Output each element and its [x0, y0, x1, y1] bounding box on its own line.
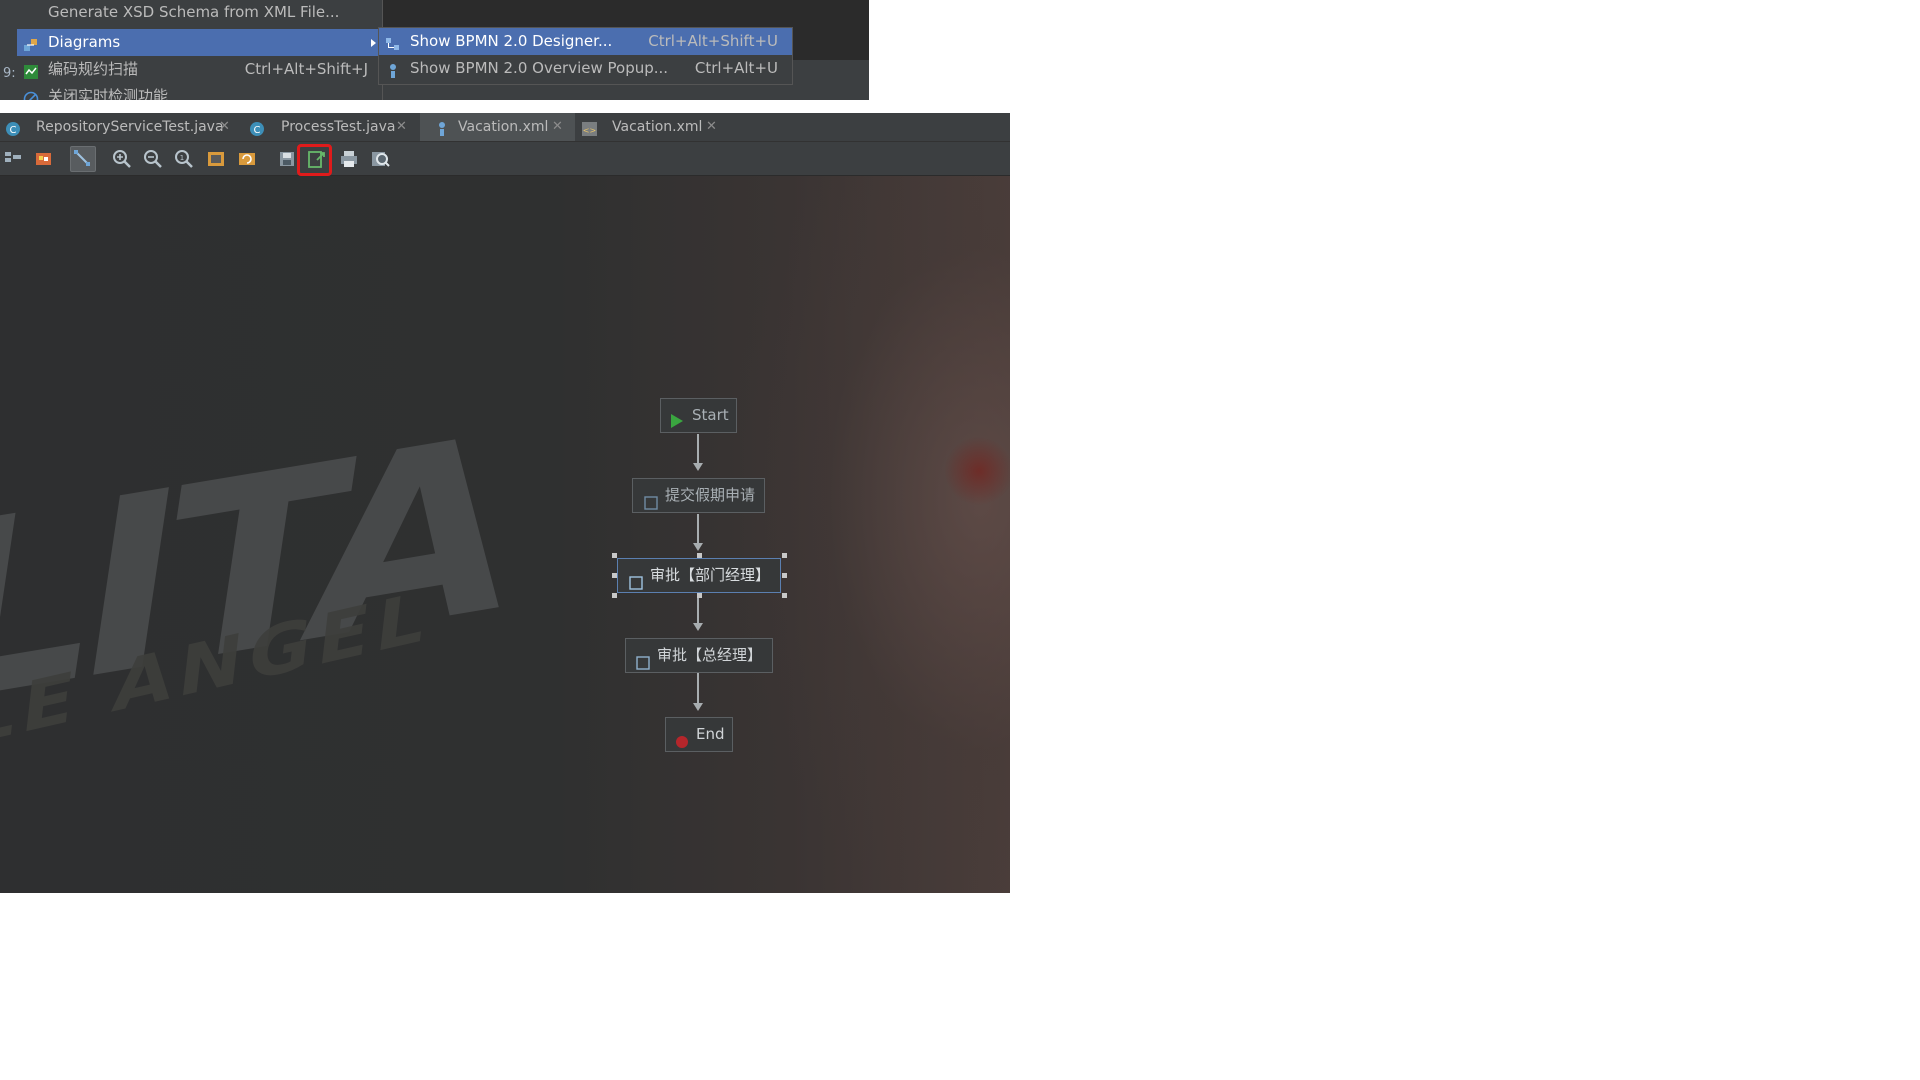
editor-tab-bar: C RepositoryServiceTest.java ✕ C Process…: [0, 113, 1010, 142]
start-event-node[interactable]: Start: [660, 398, 737, 433]
svg-text:C: C: [254, 125, 261, 136]
tab-process-test[interactable]: C ProcessTest.java ✕: [244, 113, 419, 141]
close-icon[interactable]: ✕: [706, 113, 717, 141]
arrow-head-icon: [693, 703, 703, 711]
submenu-item-bpmn-designer[interactable]: Show BPMN 2.0 Designer... Ctrl+Alt+Shift…: [379, 28, 792, 55]
sequence-flow[interactable]: [697, 514, 699, 544]
background-artwork-detail: [944, 436, 1010, 506]
submenu-arrow-icon: [371, 39, 376, 47]
sequence-flow[interactable]: [697, 594, 699, 624]
context-menu-screenshot: 9: Generate XSD Schema from XML File... …: [0, 0, 869, 100]
tab-vacation-bpmn[interactable]: Vacation.xml ✕: [420, 113, 575, 141]
selection-handle[interactable]: [782, 593, 787, 598]
select-tool-icon[interactable]: [70, 146, 96, 172]
user-task-icon: [629, 569, 643, 602]
context-menu: Generate XSD Schema from XML File... Dia…: [17, 0, 383, 100]
refresh-layout-icon[interactable]: [236, 148, 258, 170]
selection-handle[interactable]: [612, 573, 617, 578]
diagrams-icon: [23, 35, 39, 51]
menu-item-generate-xsd[interactable]: Generate XSD Schema from XML File...: [17, 0, 382, 26]
close-icon[interactable]: ✕: [396, 113, 407, 141]
task-node-general-manager-approval[interactable]: 审批【总经理】: [625, 638, 773, 673]
diagram-canvas[interactable]: LITA LE ANGEL Start 提交假期申请 审批【部门经理】 审批【总…: [0, 176, 1010, 893]
background-face-artwork: [740, 176, 1010, 893]
scan-icon: [23, 62, 39, 79]
tab-repository-service-test[interactable]: C RepositoryServiceTest.java ✕: [0, 113, 243, 141]
bpmn-file-icon: [434, 119, 450, 136]
menu-item-diagrams[interactable]: Diagrams: [17, 29, 382, 56]
bpmn-overview-icon: [385, 61, 401, 78]
submenu-item-bpmn-overview[interactable]: Show BPMN 2.0 Overview Popup... Ctrl+Alt…: [379, 55, 792, 82]
gutter-line-number: 9:: [3, 66, 16, 81]
end-event-icon: [675, 728, 689, 761]
editor-gutter: 9:: [0, 0, 17, 100]
arrow-head-icon: [693, 543, 703, 551]
fit-content-icon[interactable]: [205, 148, 227, 170]
svg-text:1: 1: [180, 154, 184, 162]
tab-vacation-xml[interactable]: <> Vacation.xml ✕: [576, 113, 728, 141]
disable-icon: [23, 89, 39, 100]
print-icon[interactable]: [338, 148, 360, 170]
sequence-flow[interactable]: [697, 673, 699, 704]
diagram-toolbar: 1: [0, 142, 1010, 176]
arrow-head-icon: [693, 463, 703, 471]
preview-icon[interactable]: [369, 148, 391, 170]
sequence-flow[interactable]: [697, 434, 699, 464]
export-button-highlight: [297, 144, 332, 176]
task-node-dept-manager-approval[interactable]: 审批【部门经理】: [617, 558, 781, 593]
arrow-head-icon: [693, 623, 703, 631]
bpmn-editor-screenshot: C RepositoryServiceTest.java ✕ C Process…: [0, 113, 1010, 893]
selection-handle[interactable]: [612, 593, 617, 598]
menu-item-disable-realtime[interactable]: 关闭实时检测功能: [17, 83, 382, 100]
java-class-icon: C: [249, 119, 265, 136]
diagrams-submenu: Show BPMN 2.0 Designer... Ctrl+Alt+Shift…: [378, 27, 793, 85]
end-event-node[interactable]: End: [665, 717, 733, 752]
close-icon[interactable]: ✕: [552, 113, 563, 141]
svg-text:C: C: [10, 125, 17, 136]
xml-file-icon: <>: [581, 119, 597, 136]
selection-handle[interactable]: [697, 553, 702, 558]
zoom-out-icon[interactable]: [142, 148, 164, 170]
zoom-in-icon[interactable]: [111, 148, 133, 170]
close-icon[interactable]: ✕: [219, 113, 230, 141]
structure-icon[interactable]: [2, 148, 24, 170]
selection-handle[interactable]: [782, 553, 787, 558]
palette-icon[interactable]: [33, 148, 55, 170]
bpmn-designer-icon: [385, 34, 401, 50]
svg-text:<>: <>: [583, 126, 596, 135]
save-icon[interactable]: [276, 148, 298, 170]
menu-item-code-scan[interactable]: 编码规约扫描 Ctrl+Alt+Shift+J: [17, 56, 382, 83]
java-class-icon: C: [5, 119, 21, 136]
user-task-icon: [644, 489, 658, 522]
selection-handle[interactable]: [782, 573, 787, 578]
task-node-submit-leave[interactable]: 提交假期申请: [632, 478, 765, 513]
start-play-icon: [670, 408, 684, 441]
user-task-icon: [636, 649, 650, 682]
selection-handle[interactable]: [697, 593, 702, 598]
selection-handle[interactable]: [612, 553, 617, 558]
actual-size-icon[interactable]: 1: [173, 148, 195, 170]
